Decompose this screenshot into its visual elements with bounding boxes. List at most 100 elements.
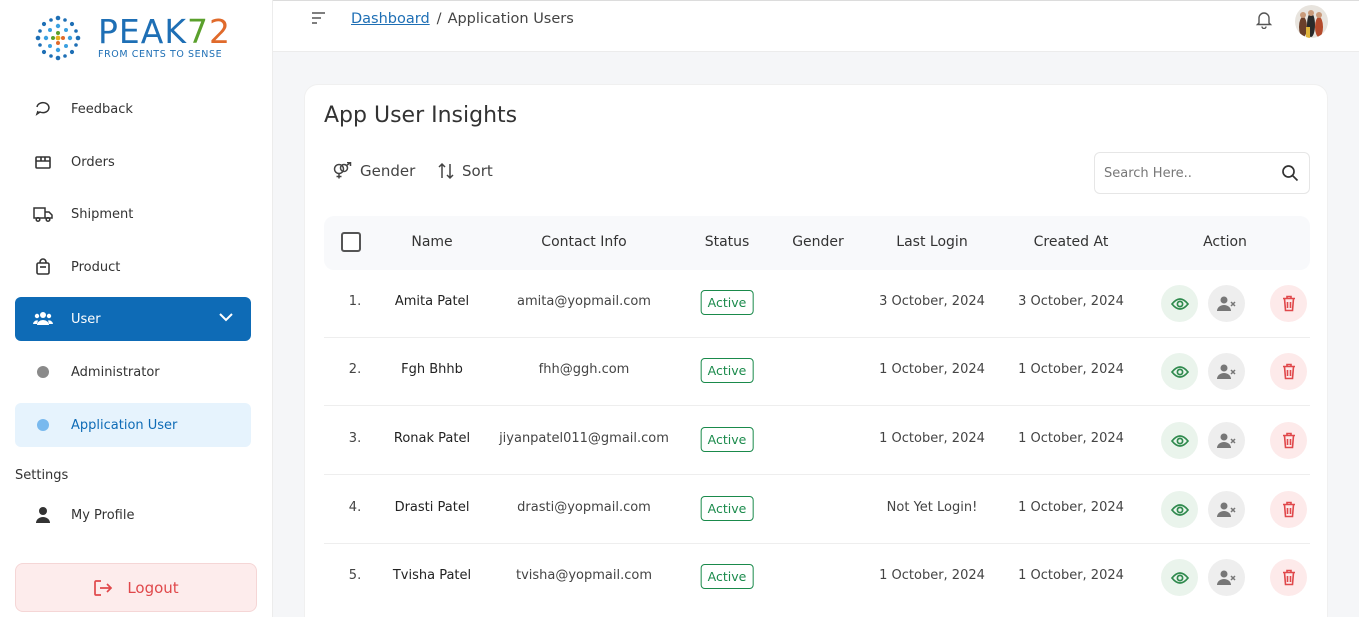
sidebar-item-feedback[interactable]: Feedback — [15, 94, 251, 124]
block-user-button[interactable] — [1208, 559, 1245, 596]
delete-button[interactable] — [1270, 491, 1307, 528]
sidebar-item-label: Feedback — [71, 101, 133, 117]
trash-icon — [1282, 432, 1295, 449]
eye-icon — [1170, 434, 1189, 447]
user-block-icon — [1216, 364, 1236, 379]
eye-icon — [1170, 571, 1189, 584]
sidebar-item-label: Application User — [71, 417, 178, 433]
status-badge: Active — [700, 564, 754, 589]
breadcrumb-separator: / — [436, 11, 442, 27]
row-index: 3. — [348, 431, 362, 446]
user-block-icon — [1216, 570, 1236, 585]
bell-icon[interactable] — [1254, 9, 1276, 31]
user-block-icon — [1216, 433, 1236, 448]
user-name: Amita Patel — [394, 294, 470, 309]
settings-section-label: Settings — [15, 468, 69, 483]
menu-toggle-icon[interactable] — [311, 10, 331, 30]
user-name: Tvisha Patel — [392, 568, 472, 583]
sort-icon — [438, 162, 454, 180]
eye-icon — [1170, 503, 1189, 516]
table-row[interactable]: 4. Drasti Patel drasti@yopmail.com Activ… — [324, 476, 1310, 544]
delete-button[interactable] — [1270, 353, 1307, 390]
sidebar-item-label: My Profile — [71, 507, 135, 523]
block-user-button[interactable] — [1208, 491, 1245, 528]
column-header-action: Action — [1203, 234, 1247, 250]
user-created-at: 1 October, 2024 — [1018, 431, 1124, 446]
user-last-login: 1 October, 2024 — [879, 362, 985, 377]
user-created-at: 1 October, 2024 — [1018, 362, 1124, 377]
user-last-login: 1 October, 2024 — [879, 431, 985, 446]
table-header: Name Contact Info Status Gender Last Log… — [324, 216, 1310, 270]
brand-logo[interactable]: PEAK72 FROM CENTS TO SENSE — [34, 14, 231, 62]
select-all-checkbox[interactable] — [341, 232, 361, 252]
delete-button[interactable] — [1270, 422, 1307, 459]
delete-button[interactable] — [1270, 285, 1307, 322]
sidebar-item-my-profile[interactable]: My Profile — [15, 493, 251, 537]
sidebar-item-user[interactable]: User — [15, 297, 251, 341]
column-header-created-at[interactable]: Created At — [1034, 234, 1109, 250]
trash-icon — [1282, 569, 1295, 586]
view-button[interactable] — [1161, 491, 1198, 528]
column-header-last-login[interactable]: Last Login — [896, 234, 967, 250]
sidebar-item-label: Product — [71, 259, 121, 275]
user-last-login: Not Yet Login! — [886, 500, 978, 515]
delete-button[interactable] — [1270, 559, 1307, 596]
user-contact: tvisha@yopmail.com — [515, 568, 653, 583]
table-row[interactable]: 2. Fgh Bhhb fhh@ggh.com Active 1 October… — [324, 338, 1310, 406]
search-input[interactable] — [1104, 165, 1274, 181]
sidebar-item-shipment[interactable]: Shipment — [15, 192, 251, 236]
block-user-button[interactable] — [1208, 422, 1245, 459]
breadcrumb-current: Application Users — [447, 11, 574, 27]
table-row[interactable]: 5. Tvisha Patel tvisha@yopmail.com Activ… — [324, 544, 1310, 612]
user-contact: drasti@yopmail.com — [517, 500, 651, 515]
view-button[interactable] — [1161, 422, 1198, 459]
sidebar-item-application-user[interactable]: Application User — [15, 403, 251, 447]
page-title: App User Insights — [324, 103, 518, 128]
view-button[interactable] — [1161, 559, 1198, 596]
logout-button[interactable]: Logout — [15, 563, 257, 612]
column-header-status[interactable]: Status — [705, 234, 750, 250]
trash-icon — [1282, 295, 1295, 312]
bullet-dot-icon — [33, 362, 53, 382]
table-row[interactable]: 3. Ronak Patel jiyanpatel011@gmail.com A… — [324, 407, 1310, 475]
box-icon — [33, 152, 53, 172]
trash-icon — [1282, 363, 1295, 380]
row-index: 2. — [348, 362, 362, 377]
user-block-icon — [1216, 502, 1236, 517]
sidebar-item-administrator[interactable]: Administrator — [15, 350, 251, 394]
logout-icon — [93, 579, 113, 597]
view-button[interactable] — [1161, 285, 1198, 322]
brand-tagline: FROM CENTS TO SENSE — [98, 49, 223, 60]
users-icon — [33, 309, 53, 329]
block-user-button[interactable] — [1208, 285, 1245, 322]
gender-icon — [332, 162, 352, 180]
sort-button[interactable]: Sort — [438, 162, 493, 180]
trash-icon — [1282, 501, 1295, 518]
status-badge: Active — [700, 290, 754, 315]
column-header-contact-info[interactable]: Contact Info — [541, 234, 626, 250]
block-user-button[interactable] — [1208, 353, 1245, 390]
truck-icon — [33, 204, 53, 224]
logo-mark-icon — [35, 15, 81, 61]
chat-bubble-icon — [33, 99, 53, 119]
gender-filter-button[interactable]: Gender — [332, 162, 415, 180]
sidebar-item-orders[interactable]: Orders — [15, 140, 251, 184]
table-row[interactable]: 1. Amita Patel amita@yopmail.com Active … — [324, 270, 1310, 338]
column-header-name[interactable]: Name — [411, 234, 452, 250]
avatar[interactable] — [1295, 5, 1328, 38]
status-badge: Active — [700, 496, 754, 521]
search-icon[interactable] — [1281, 164, 1299, 186]
sidebar-item-label: Administrator — [71, 364, 160, 380]
column-header-gender[interactable]: Gender — [792, 234, 844, 250]
row-index: 4. — [348, 500, 362, 515]
breadcrumb-dashboard-link[interactable]: Dashboard — [351, 11, 430, 27]
view-button[interactable] — [1161, 353, 1198, 390]
logout-label: Logout — [127, 578, 179, 597]
bullet-dot-icon — [33, 415, 53, 435]
sidebar-item-label: User — [71, 311, 101, 327]
chevron-down-icon — [219, 311, 233, 326]
sidebar-item-product[interactable]: Product — [15, 245, 251, 289]
user-name: Drasti Patel — [394, 500, 470, 515]
user-created-at: 1 October, 2024 — [1018, 568, 1124, 583]
eye-icon — [1170, 365, 1189, 378]
